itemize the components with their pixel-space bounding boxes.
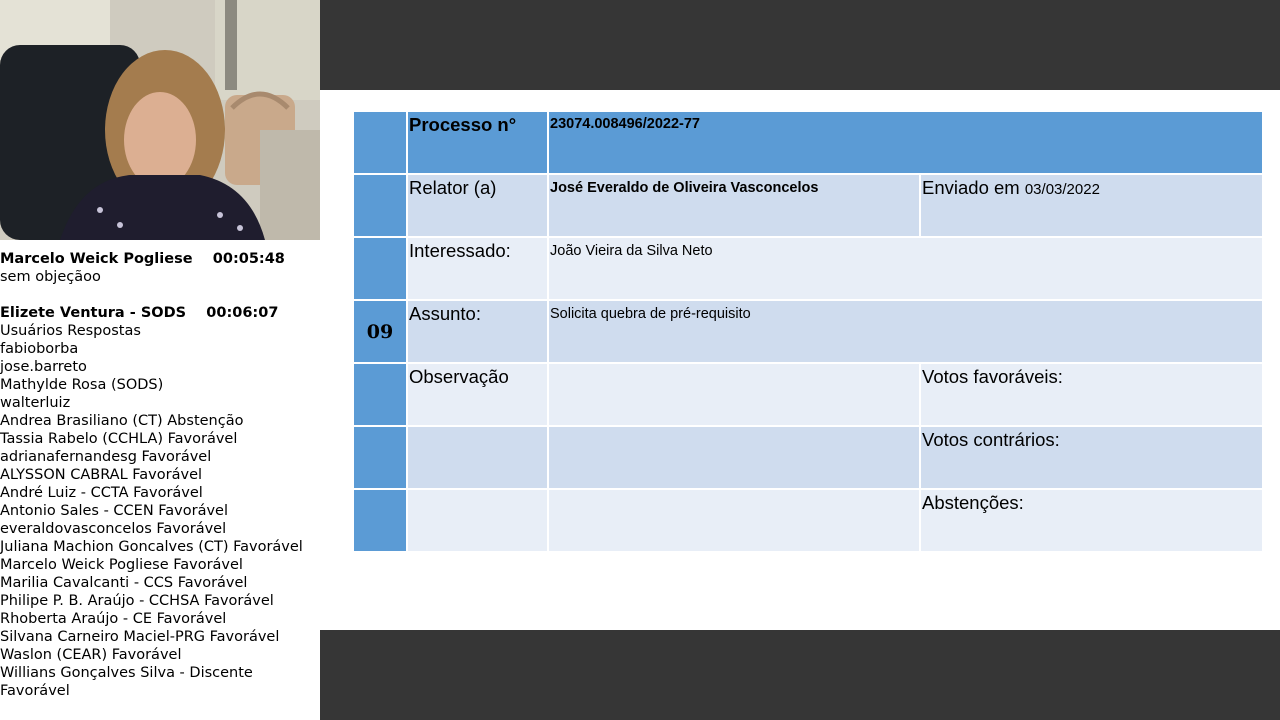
abstencoes-row: Abstenções:	[352, 488, 1264, 553]
votos-contrarios-row: Votos contrários:	[352, 425, 1264, 490]
table-side-cell	[352, 488, 408, 553]
observacao-label: Observação	[409, 366, 509, 387]
chat-response-list: fabioborba jose.barreto Mathylde Rosa (S…	[0, 340, 322, 700]
chat-response-item: walterluiz	[0, 395, 71, 411]
chat-response-item: Juliana Machion Goncalves (CT) Favorável	[0, 539, 303, 555]
chat-response-item: Rhoberta Araújo - CE Favorável	[0, 611, 227, 627]
enviado-date: 03/03/2022	[1024, 181, 1100, 198]
shared-slide: Processo n° 23074.008496/2022-77 Relator…	[320, 90, 1280, 630]
relator-name: José Everaldo de Oliveira Vasconcelos	[550, 180, 819, 196]
chat-message: Elizete Ventura - SODS 00:06:07 Usuários…	[0, 304, 322, 700]
chat-response-item: Philipe P. B. Araújo - CCHSA Favorável	[0, 593, 274, 609]
assunto-label-cell: Assunto:	[406, 299, 549, 364]
chat-message-header: Marcelo Weick Pogliese 00:05:48	[0, 250, 322, 268]
assunto-row: 09 Assunto: Solicita quebra de pré-requi…	[352, 299, 1264, 364]
votos-contrarios-label: Votos contrários:	[922, 429, 1060, 450]
enviado-text: Enviado em 03/03/2022	[921, 175, 1262, 199]
empty-cell	[547, 425, 921, 490]
relator-label: Relator (a)	[409, 177, 497, 198]
votos-contrarios-cell: Votos contrários:	[919, 425, 1264, 490]
table-side-cell	[352, 173, 408, 238]
interessado-row: Interessado: João Vieira da Silva Neto	[352, 236, 1264, 301]
chat-response-item: Antonio Sales - CCEN Favorável	[0, 503, 228, 519]
interessado-name: João Vieira da Silva Neto	[550, 243, 713, 259]
enviado-label: Enviado em	[922, 177, 1020, 198]
processo-number: 23074.008496/2022-77	[550, 116, 700, 132]
chat-response-item: Marilia Cavalcanti - CCS Favorável	[0, 575, 248, 591]
interessado-value-cell: João Vieira da Silva Neto	[547, 236, 1264, 301]
process-table: Processo n° 23074.008496/2022-77 Relator…	[352, 110, 1264, 553]
chat-response-item: Willians Gonçalves Silva - Discente Favo…	[0, 665, 258, 699]
item-number-cell: 09	[352, 299, 408, 364]
processo-label: Processo n°	[409, 114, 517, 135]
empty-cell	[547, 488, 921, 553]
chat-response-item: Silvana Carneiro Maciel-PRG Favorável	[0, 629, 280, 645]
processo-value-cell: 23074.008496/2022-77	[547, 110, 1264, 175]
chat-time: 00:06:07	[206, 305, 279, 321]
chat-response-item: ALYSSON CABRAL Favorável	[0, 467, 203, 483]
observacao-value-cell	[547, 362, 921, 427]
screen-share-bottom-bar	[320, 630, 1280, 720]
item-number: 09	[366, 320, 394, 343]
chat-message-header: Elizete Ventura - SODS 00:06:07	[0, 304, 322, 322]
participant-video-image	[0, 0, 320, 240]
assunto-label: Assunto:	[409, 303, 481, 324]
chat-response-item: fabioborba	[0, 341, 79, 357]
abstencoes-cell: Abstenções:	[919, 488, 1264, 553]
chat-time: 00:05:48	[212, 251, 285, 267]
chat-response-item: Marcelo Weick Pogliese Favorável	[0, 557, 243, 573]
chat-response-item: André Luiz - CCTA Favorável	[0, 485, 203, 501]
chat-message-text: Usuários Respostas	[0, 323, 141, 339]
assunto-text: Solicita quebra de pré-requisito	[550, 306, 751, 322]
chat-response-item: Andrea Brasiliano (CT) Abstenção	[0, 413, 244, 429]
table-side-cell	[352, 236, 408, 301]
webcam-video	[0, 0, 320, 240]
votos-favoraveis-cell: Votos favoráveis:	[919, 362, 1264, 427]
enviado-cell: Enviado em 03/03/2022	[919, 173, 1264, 238]
chat-message: Marcelo Weick Pogliese 00:05:48 sem obje…	[0, 250, 322, 286]
interessado-label: Interessado:	[409, 240, 511, 261]
chat-panel: Marcelo Weick Pogliese 00:05:48 sem obje…	[0, 250, 322, 720]
votos-favoraveis-label: Votos favoráveis:	[922, 366, 1063, 387]
interessado-label-cell: Interessado:	[406, 236, 549, 301]
chat-author: Elizete Ventura - SODS	[0, 305, 187, 321]
empty-cell	[406, 488, 549, 553]
chat-message-text: sem objeçãoo	[0, 269, 101, 285]
assunto-value-cell: Solicita quebra de pré-requisito	[547, 299, 1264, 364]
chat-author: Marcelo Weick Pogliese	[0, 251, 193, 267]
relator-value-cell: José Everaldo de Oliveira Vasconcelos	[547, 173, 921, 238]
table-side-cell	[352, 425, 408, 490]
processo-label-cell: Processo n°	[406, 110, 549, 175]
chat-response-item: adrianafernandesg Favorável	[0, 449, 212, 465]
process-header-row: Processo n° 23074.008496/2022-77	[352, 110, 1264, 175]
relator-label-cell: Relator (a)	[406, 173, 549, 238]
screen-share-top-bar	[320, 0, 1280, 90]
chat-response-item: Mathylde Rosa (SODS)	[0, 377, 164, 393]
chat-response-item: Waslon (CEAR) Favorável	[0, 647, 182, 663]
observacao-row: Observação Votos favoráveis:	[352, 362, 1264, 427]
abstencoes-label: Abstenções:	[922, 492, 1024, 513]
relator-row: Relator (a) José Everaldo de Oliveira Va…	[352, 173, 1264, 238]
table-side-cell	[352, 110, 408, 175]
table-side-cell	[352, 362, 408, 427]
chat-response-item: Tassia Rabelo (CCHLA) Favorável	[0, 431, 238, 447]
chat-response-item: jose.barreto	[0, 359, 87, 375]
observacao-label-cell: Observação	[406, 362, 549, 427]
empty-cell	[406, 425, 549, 490]
chat-response-item: everaldovasconcelos Favorável	[0, 521, 227, 537]
